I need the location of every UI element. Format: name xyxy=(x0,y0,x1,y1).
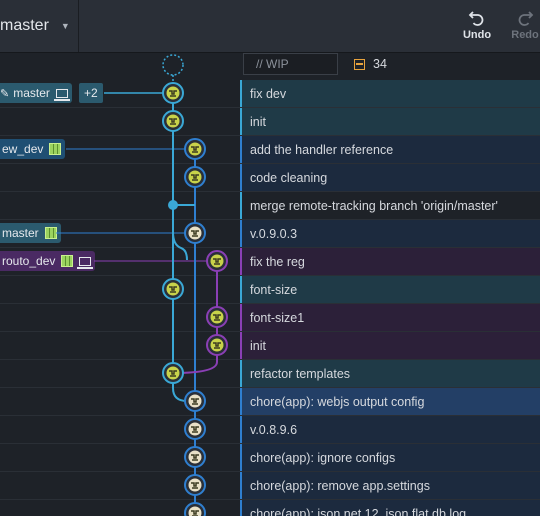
graph-lanes xyxy=(56,54,228,516)
wip-node[interactable] xyxy=(162,54,184,76)
undo-icon xyxy=(468,11,484,26)
toolbar-divider xyxy=(78,0,79,52)
commit-avatar-node[interactable] xyxy=(184,418,206,440)
commit-avatar-node[interactable] xyxy=(162,82,184,104)
undo-button[interactable]: Undo xyxy=(457,4,497,48)
commit-avatar-node[interactable] xyxy=(206,334,228,356)
commit-avatar-node[interactable] xyxy=(206,306,228,328)
commit-avatar-node[interactable] xyxy=(184,138,206,160)
toolbar: master ▼ Undo Redo xyxy=(0,0,540,53)
redo-icon xyxy=(518,11,534,26)
branch-selector[interactable]: master ▼ xyxy=(0,0,78,52)
commit-avatar-node[interactable] xyxy=(162,278,184,300)
commit-graph: // WIP 34 fix dev init add the handler ref… xyxy=(0,52,540,516)
redo-label: Redo xyxy=(511,29,539,41)
commit-avatar-node[interactable] xyxy=(184,166,206,188)
undo-label: Undo xyxy=(462,29,492,41)
commit-avatar-node[interactable] xyxy=(162,110,184,132)
commit-avatar-node[interactable] xyxy=(162,362,184,384)
chevron-down-icon: ▼ xyxy=(60,21,70,31)
commit-avatar-node[interactable] xyxy=(184,446,206,468)
commit-avatar-node[interactable] xyxy=(184,222,206,244)
current-branch-name: master xyxy=(0,17,49,34)
commit-avatar-node[interactable] xyxy=(184,390,206,412)
redo-button[interactable]: Redo xyxy=(505,4,540,48)
commit-avatar-node[interactable] xyxy=(184,502,206,516)
commit-avatar-node[interactable] xyxy=(206,250,228,272)
merge-node[interactable] xyxy=(168,200,178,210)
commit-avatar-node[interactable] xyxy=(184,474,206,496)
